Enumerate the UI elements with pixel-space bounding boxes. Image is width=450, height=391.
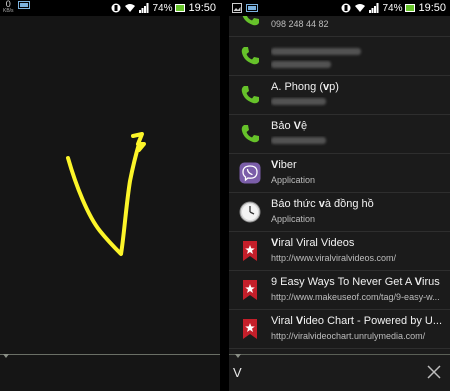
results-screen: 098 248 44 82 A. Phong (vp) Bảo Vệ Viber… xyxy=(229,0,450,391)
gesture-search-bar: V xyxy=(229,353,450,391)
result-subtitle: Application xyxy=(271,175,316,185)
result-url: http://www.makeuseof.com/tag/9-easy-w... xyxy=(271,292,440,302)
result-title-obscured xyxy=(271,46,443,58)
list-item[interactable]: Viral Video Chart - Powered by U... http… xyxy=(229,310,450,349)
battery-percent: 74% xyxy=(152,2,173,14)
clock-icon xyxy=(239,201,261,223)
search-query[interactable]: V xyxy=(233,365,242,380)
clock-time: 19:50 xyxy=(188,2,216,14)
result-url: http://viralvideochart.unrulymedia.com/ xyxy=(271,331,426,341)
cell-signal-icon xyxy=(369,3,379,13)
battery-percent: 74% xyxy=(382,2,403,14)
search-divider xyxy=(229,354,450,355)
close-icon[interactable] xyxy=(426,364,442,380)
result-url: http://www.viralviralvideos.com/ xyxy=(271,253,397,263)
vibrate-icon xyxy=(341,3,351,13)
result-title: Viber xyxy=(271,159,297,171)
wifi-icon xyxy=(125,4,136,12)
status-bar: 0 KB/s 74% 19:50 xyxy=(0,0,220,16)
vibrate-icon xyxy=(111,3,121,13)
list-item[interactable]: Bảo Vệ xyxy=(229,115,450,154)
phone-icon xyxy=(241,86,259,104)
result-subtitle: Application xyxy=(271,214,316,224)
signal-status-icon xyxy=(246,4,258,12)
bottom-divider xyxy=(0,354,220,355)
result-title: Bảo Vệ xyxy=(271,120,308,132)
collapse-indicator-icon[interactable] xyxy=(235,354,241,358)
battery-icon xyxy=(405,4,416,12)
result-phone-number: 098 248 44 82 xyxy=(271,19,329,29)
image-notification-icon xyxy=(232,3,242,13)
bookmark-icon xyxy=(243,319,257,339)
status-bar: 74% 19:50 xyxy=(229,0,450,16)
list-item[interactable] xyxy=(229,37,450,76)
list-item[interactable]: Viber Application xyxy=(229,154,450,193)
result-title: Báo thức và đồng hồ xyxy=(271,198,374,210)
list-item[interactable]: A. Phong (vp) xyxy=(229,76,450,115)
bookmark-icon xyxy=(243,280,257,300)
bookmark-icon xyxy=(243,241,257,261)
battery-icon xyxy=(175,4,186,12)
results-list[interactable]: 098 248 44 82 A. Phong (vp) Bảo Vệ Viber… xyxy=(229,0,450,353)
gesture-stroke-end xyxy=(131,132,146,152)
phone-icon xyxy=(241,47,259,65)
result-title: 9 Easy Ways To Never Get A Virus xyxy=(271,276,440,288)
signal-status-icon xyxy=(17,1,30,9)
wifi-icon xyxy=(355,4,366,12)
cell-signal-icon xyxy=(139,3,149,13)
result-title: A. Phong (vp) xyxy=(271,81,339,93)
collapse-indicator-icon[interactable] xyxy=(3,354,9,358)
list-item[interactable]: Báo thức và đồng hồ Application xyxy=(229,193,450,232)
data-speed-indicator: 0 KB/s xyxy=(3,0,14,14)
phone-icon xyxy=(241,125,259,143)
clock-time: 19:50 xyxy=(418,2,446,14)
screen-divider xyxy=(220,0,229,391)
list-item[interactable]: Viral Viral Videos http://www.viralviral… xyxy=(229,232,450,271)
gesture-screen: 0 KB/s 74% 19:50 xyxy=(0,0,220,391)
gesture-stroke-v xyxy=(66,142,141,256)
list-item[interactable]: 9 Easy Ways To Never Get A Virus http://… xyxy=(229,271,450,310)
data-speed-unit: KB/s xyxy=(3,8,14,14)
viber-icon xyxy=(239,162,261,184)
gesture-canvas[interactable] xyxy=(0,16,220,354)
result-subtitle-obscured xyxy=(271,97,443,107)
result-subtitle-obscured xyxy=(271,136,443,146)
result-title: Viral Viral Videos xyxy=(271,237,355,249)
result-subtitle-obscured xyxy=(271,60,443,70)
result-title: Viral Video Chart - Powered by U... xyxy=(271,315,443,327)
